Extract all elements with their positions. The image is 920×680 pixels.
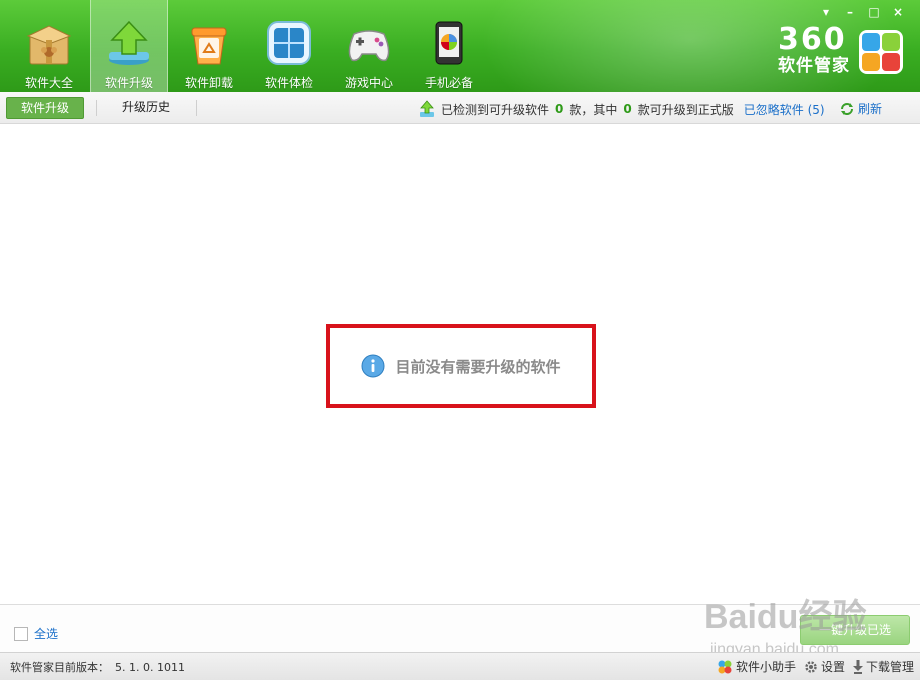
tab-software-upgrade[interactable]: 软件升级: [6, 97, 85, 119]
upgrade-arrow-icon: [109, 20, 149, 65]
refresh-button[interactable]: 刷新: [840, 100, 882, 117]
header-bar: 软件大全 软件升级 软件卸载 软件体检 游戏中心 手机必备 ▾ – □ × 36…: [0, 0, 920, 92]
close-button[interactable]: ×: [886, 4, 910, 20]
version-info: 软件管家目前版本： 5. 1. 0. 1011: [10, 659, 185, 675]
version-value: 5. 1. 0. 1011: [115, 661, 185, 674]
nav-item-mobile-essentials[interactable]: 手机必备: [410, 0, 488, 92]
360-logo-icon: [859, 30, 903, 74]
ignored-software-link[interactable]: 已忽略软件 (5): [744, 101, 825, 118]
version-label: 软件管家目前版本：: [10, 661, 109, 674]
assistant-icon: [718, 660, 732, 673]
content-area: 目前没有需要升级的软件: [0, 124, 920, 604]
minimize-button[interactable]: –: [838, 4, 862, 20]
brand-text: 360 软件管家: [778, 22, 850, 78]
upgrade-selected-button[interactable]: 一键升级已选: [800, 615, 910, 645]
nav-item-software-uninstall[interactable]: 软件卸载: [170, 0, 248, 92]
sub-toolbar: 软件升级 升级历史 已检测到可升级软件 0 款，其中 0 款可升级到正式版 已忽…: [0, 92, 920, 124]
nav-item-software-all[interactable]: 软件大全: [10, 0, 88, 92]
refresh-label: 刷新: [858, 102, 883, 116]
nav-item-software-checkup[interactable]: 软件体检: [250, 0, 328, 92]
software-box-icon: [26, 25, 72, 65]
status-prefix: 已检测到可升级软件: [441, 102, 550, 117]
nav-label: 软件卸载: [184, 76, 233, 90]
brand-logo: 360 软件管家: [778, 22, 904, 78]
divider: [96, 100, 97, 116]
upgrade-status-icon: [420, 100, 434, 117]
software-assistant-button[interactable]: 软件小助手: [717, 658, 796, 675]
nav-label: 游戏中心: [344, 76, 393, 90]
formal-count: 0: [623, 102, 632, 116]
info-icon: [361, 354, 385, 378]
nav-item-game-center[interactable]: 游戏中心: [330, 0, 408, 92]
upgradable-count: 0: [555, 102, 564, 116]
status-tools: 软件小助手 设置 下载管理: [709, 658, 914, 675]
nav-item-software-upgrade[interactable]: 软件升级: [90, 0, 168, 92]
status-mid: 款，其中: [569, 102, 618, 117]
empty-message: 目前没有需要升级的软件: [395, 357, 561, 376]
gear-icon: [805, 660, 817, 673]
mobile-phone-icon: [435, 21, 463, 65]
status-bar: 软件管家目前版本： 5. 1. 0. 1011 软件小助手 设置 下载管理: [0, 652, 920, 680]
download-manager-button[interactable]: 下载管理: [852, 658, 914, 675]
download-manager-label: 下载管理: [865, 660, 914, 674]
checkbox-box[interactable]: [14, 626, 28, 641]
settings-button[interactable]: 设置: [804, 658, 845, 675]
select-all-checkbox[interactable]: 全选: [14, 625, 58, 642]
maximize-button[interactable]: □: [862, 4, 886, 20]
app-window: 软件大全 软件升级 软件卸载 软件体检 游戏中心 手机必备 ▾ – □ × 36…: [0, 0, 920, 680]
status-suffix: 款可升级到正式版: [637, 102, 734, 117]
nav-label: 手机必备: [424, 76, 473, 90]
upgrade-status: 已检测到可升级软件 0 款，其中 0 款可升级到正式版 已忽略软件 (5): [418, 100, 825, 118]
recycle-bin-icon: [191, 27, 227, 65]
window-check-icon: [267, 21, 311, 65]
assistant-label: 软件小助手: [735, 660, 796, 674]
divider: [196, 100, 197, 116]
empty-state-highlight: 目前没有需要升级的软件: [326, 324, 596, 408]
nav-label: 软件升级: [104, 76, 153, 90]
ignored-count: (5): [807, 102, 825, 117]
settings-label: 设置: [820, 660, 845, 674]
gamepad-icon: [348, 30, 390, 62]
menu-button[interactable]: ▾: [814, 4, 838, 20]
nav-label: 软件体检: [264, 76, 313, 90]
window-controls: ▾ – □ ×: [814, 4, 910, 20]
ignored-label: 已忽略软件: [743, 102, 804, 117]
nav-label: 软件大全: [24, 76, 73, 90]
download-icon: [852, 659, 863, 674]
tab-upgrade-history[interactable]: 升级历史: [108, 97, 184, 117]
main-nav: 软件大全 软件升级 软件卸载 软件体检 游戏中心 手机必备: [10, 0, 490, 92]
brand-name: 软件管家: [778, 56, 850, 76]
brand-number: 360: [778, 22, 847, 57]
action-bar: 全选 一键升级已选: [0, 604, 920, 652]
select-all-label: 全选: [34, 627, 59, 641]
refresh-icon: [841, 102, 853, 115]
